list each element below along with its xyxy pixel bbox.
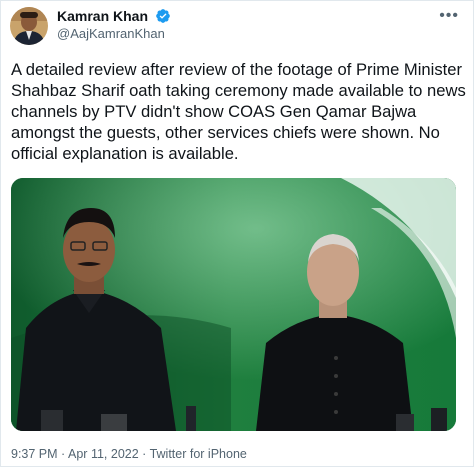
tweet-time[interactable]: 9:37 PM — [11, 447, 58, 461]
author-handle[interactable]: @AajKamranKhan — [57, 26, 165, 41]
tweet-source[interactable]: Twitter for iPhone — [150, 447, 247, 461]
more-horizontal-icon[interactable]: ••• — [439, 7, 459, 25]
author-name[interactable]: Kamran Khan — [57, 8, 171, 27]
tweet-date[interactable]: Apr 11, 2022 — [68, 447, 139, 461]
verified-badge-icon — [155, 8, 171, 27]
tweet-photo[interactable] — [11, 178, 456, 431]
tweet-card: Kamran Khan @AajKamranKhan ••• A detaile… — [0, 0, 474, 467]
tweet-text: A detailed review after review of the fo… — [11, 60, 466, 163]
photo-two-men-at-oath-ceremony — [11, 178, 456, 431]
author-name-text[interactable]: Kamran Khan — [57, 8, 148, 24]
separator-dot-2: · — [142, 447, 147, 461]
avatar[interactable] — [10, 7, 48, 45]
separator-dot: · — [61, 447, 66, 461]
tweet-timestamp[interactable]: 9:37 PM · Apr 11, 2022 · Twitter for iPh… — [11, 447, 247, 461]
